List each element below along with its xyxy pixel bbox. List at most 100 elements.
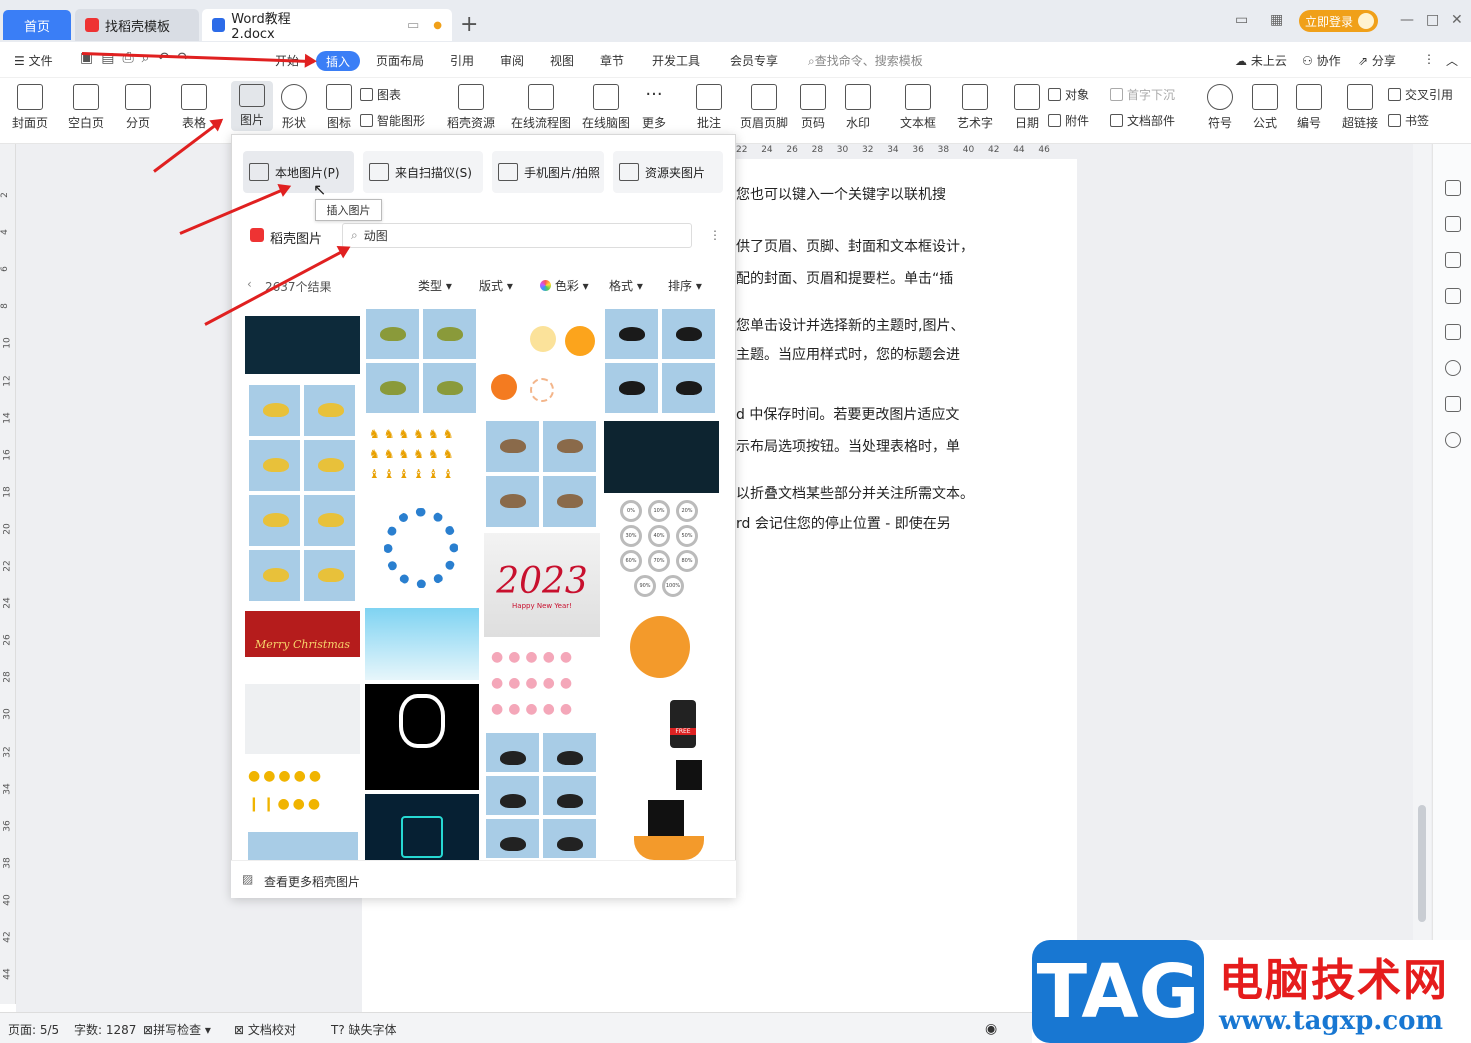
result-thumb-circuit[interactable] <box>245 316 360 374</box>
scanner-button[interactable]: 来自扫描仪(S) <box>363 151 483 193</box>
watermark-button[interactable]: 水印 <box>845 84 871 131</box>
result-thumb-percent-circles[interactable]: 0% 10% 20% 30% 40% 50% 60% 70% 80% 90% 100% <box>620 500 702 600</box>
filter-layout[interactable]: 版式 ▾ <box>479 277 513 294</box>
result-thumb-neon-image[interactable] <box>365 794 479 860</box>
icon-button[interactable]: 图标 <box>326 84 352 131</box>
result-thumb-flying-birds[interactable] <box>485 732 600 860</box>
blank-page-button[interactable]: 空白页 <box>68 84 104 131</box>
menu-insert[interactable]: 插入 <box>316 51 360 71</box>
doc-parts-button[interactable]: 文档部件 <box>1110 112 1175 129</box>
result-thumb-circuit-2[interactable] <box>604 421 719 493</box>
spell-check[interactable]: ⊠拼写检查 ▾ <box>143 1021 211 1038</box>
menu-review[interactable]: 审阅 <box>500 52 524 69</box>
tab-templates[interactable]: 找稻壳模板 <box>75 9 199 41</box>
smart-graphic-button[interactable]: 智能图形 <box>360 112 425 129</box>
table-button[interactable]: 表格 <box>181 84 207 131</box>
local-picture-button[interactable]: 本地图片(P) <box>243 151 354 193</box>
filter-sort[interactable]: 排序 ▾ <box>668 277 702 294</box>
panel-more-icon[interactable]: ⋮ <box>709 228 721 242</box>
new-tab-plus-icon[interactable]: + <box>460 12 478 37</box>
eye-icon[interactable]: ◉ <box>985 1021 997 1037</box>
object-button[interactable]: 对象 <box>1048 86 1089 103</box>
wordart-button[interactable]: 艺术字 <box>957 84 993 131</box>
mindmap-button[interactable]: 在线脑图 <box>582 84 630 131</box>
shape-button[interactable]: 形状 <box>281 84 307 131</box>
location-icon[interactable] <box>1445 360 1461 376</box>
back-chevron-icon[interactable]: ‹ <box>247 277 252 291</box>
book-icon[interactable] <box>1445 396 1461 412</box>
symbol-button[interactable]: 符号 <box>1207 84 1233 131</box>
result-thumb-pigs[interactable]: ●●●●● ●●●●● ●●●●● <box>485 644 600 730</box>
tab-document[interactable]: Word教程2.docx ▭ ● <box>202 9 452 42</box>
collapse-ribbon-icon[interactable]: ︿ <box>1446 52 1458 69</box>
rocket-icon[interactable] <box>1445 180 1461 196</box>
cover-page-button[interactable]: 封面页 <box>12 84 48 131</box>
collab-button[interactable]: ⚇ 协作 <box>1302 52 1341 69</box>
cursor-icon[interactable] <box>1445 252 1461 268</box>
formula-button[interactable]: 公式 <box>1252 84 1278 131</box>
result-thumb-christmas[interactable]: Merry Christmas <box>245 611 360 677</box>
login-button[interactable]: 立即登录 <box>1299 10 1378 32</box>
page-break-button[interactable]: 分页 <box>125 84 151 131</box>
tab-home[interactable]: 首页 <box>3 10 71 40</box>
menu-chapter[interactable]: 章节 <box>600 52 624 69</box>
result-thumb-chicks[interactable]: ♞♞♞♞♞♞ ♞♞♞♞♞♞ ♝♝♝♝♝♝ <box>365 424 479 488</box>
doc-proof[interactable]: ⊠ 文档校对 <box>234 1021 296 1038</box>
missing-font[interactable]: T? 缺失字体 <box>331 1021 397 1038</box>
share-button[interactable]: ⇗ 分享 <box>1358 52 1396 69</box>
header-footer-button[interactable]: 页眉页脚 <box>740 84 788 131</box>
image-edit-icon[interactable] <box>1445 324 1461 340</box>
result-thumb-magic-hat[interactable] <box>604 796 719 860</box>
menu-layout[interactable]: 页面布局 <box>376 52 424 69</box>
phone-picture-button[interactable]: 手机图片/拍照 <box>492 151 604 193</box>
word-count[interactable]: 字数: 1287 <box>74 1021 136 1038</box>
bookmark-button[interactable]: 书签 <box>1388 112 1429 129</box>
docer-resource-button[interactable]: 稻壳资源 <box>447 84 495 131</box>
more-button[interactable]: ··· 更多 <box>641 84 667 131</box>
sliders-icon[interactable] <box>1445 288 1461 304</box>
more-icon[interactable]: ⋮ <box>1423 52 1435 66</box>
menu-member[interactable]: 会员专享 <box>730 52 778 69</box>
result-thumb-easter-basket[interactable] <box>604 608 719 688</box>
date-button[interactable]: 日期 <box>1014 84 1040 131</box>
drop-cap-button[interactable]: 首字下沉 <box>1110 86 1175 103</box>
filter-format[interactable]: 格式 ▾ <box>609 277 643 294</box>
numbering-button[interactable]: 编号 <box>1296 84 1322 131</box>
result-thumb-loading-spinner[interactable] <box>384 508 458 588</box>
maximize-icon[interactable]: □ <box>1426 12 1439 28</box>
picture-button[interactable]: 图片 <box>231 81 273 131</box>
pen-icon[interactable] <box>1445 216 1461 232</box>
menu-view[interactable]: 视图 <box>550 52 574 69</box>
chart-button[interactable]: 图表 <box>360 86 401 103</box>
resource-folder-button[interactable]: 资源夹图片 <box>613 151 723 193</box>
panel-footer[interactable]: ▨ 查看更多稻壳图片 <box>231 860 736 898</box>
help-icon[interactable] <box>1445 432 1461 448</box>
result-thumb-green-birds[interactable] <box>365 308 479 416</box>
menu-references[interactable]: 引用 <box>450 52 474 69</box>
layout-icon[interactable]: ▭ <box>1235 12 1248 28</box>
menu-developer[interactable]: 开发工具 <box>652 52 700 69</box>
result-thumb-blackbirds[interactable] <box>604 308 718 416</box>
command-search[interactable]: ⌕查找命令、搜索模板 <box>808 52 923 69</box>
result-thumb-birds-2[interactable] <box>248 832 358 860</box>
file-menu[interactable]: ☰ 文件 <box>14 52 53 69</box>
page-indicator[interactable]: 页面: 5/5 <box>8 1021 59 1038</box>
scrollbar-thumb[interactable] <box>1418 805 1426 922</box>
monitor-icon[interactable]: ▭ <box>407 18 419 33</box>
result-thumb-sun-explosion[interactable] <box>485 316 600 416</box>
page-number-button[interactable]: 页码 <box>800 84 826 131</box>
result-thumb-phone-free[interactable]: FREE <box>604 694 719 794</box>
grid-apps-icon[interactable]: ▦ <box>1270 12 1283 28</box>
flowchart-button[interactable]: 在线流程图 <box>511 84 571 131</box>
picture-search-input[interactable]: ⌕ 动图 <box>342 223 692 248</box>
cloud-status[interactable]: ☁ 未上云 <box>1235 52 1287 69</box>
result-thumb-yellow-birds[interactable] <box>248 384 358 604</box>
textbox-button[interactable]: 文本框 <box>900 84 936 131</box>
result-thumb-sparrows[interactable] <box>485 420 600 530</box>
minimize-icon[interactable]: — <box>1400 12 1414 28</box>
filter-type[interactable]: 类型 ▾ <box>418 277 452 294</box>
result-thumb-coins[interactable]: ●●●●● ❙❙●●● <box>248 762 360 824</box>
result-thumb-swallows[interactable] <box>245 684 360 754</box>
result-thumb-binary-person[interactable] <box>365 684 479 790</box>
result-thumb-2023[interactable]: 2023 Happy New Year! <box>484 533 600 637</box>
